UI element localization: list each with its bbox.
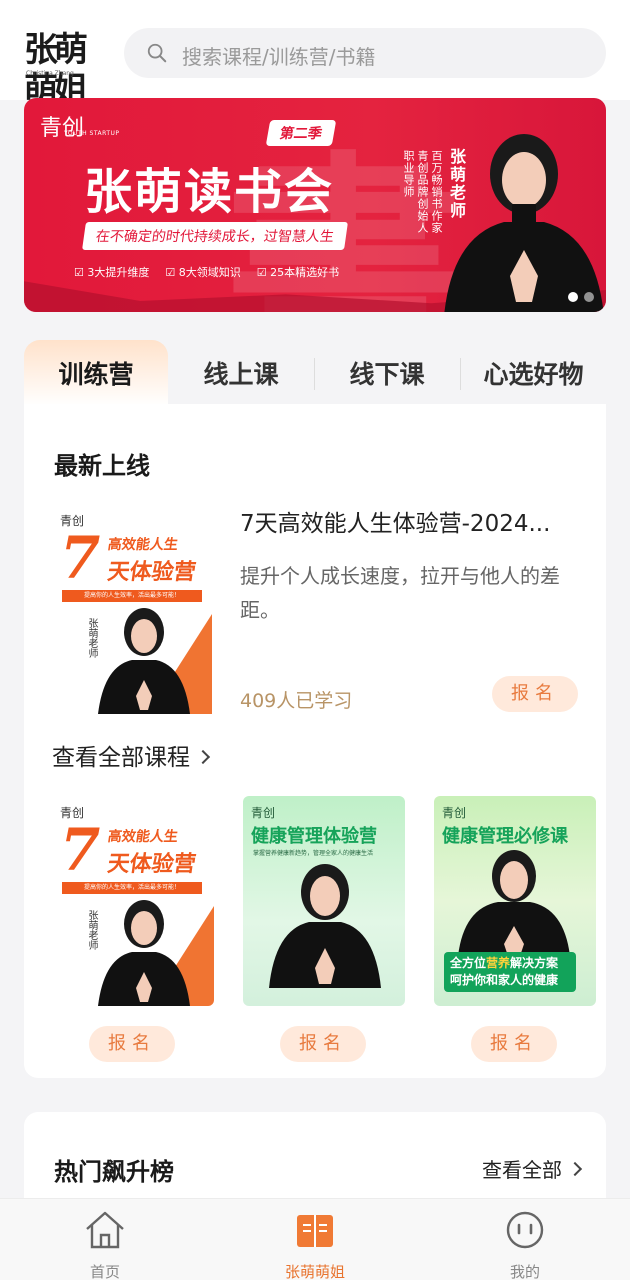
category-tabs: 训练营 线上课 线下课 心选好物 (24, 340, 606, 406)
chevron-right-icon (567, 1161, 583, 1177)
poster-line1: 高效能人生 (106, 537, 179, 553)
banner-season-tag: 第二季 (265, 120, 337, 146)
banner-feature: 25本精选好书 (257, 264, 339, 280)
book-icon (297, 1215, 333, 1247)
teacher-portrait (269, 864, 381, 988)
bottom-navigation: 首页 张萌萌姐 我的 (0, 1198, 630, 1280)
band-text: 全方位 (450, 956, 487, 970)
tab-online-course[interactable]: 线上课 (168, 340, 314, 406)
teacher-portrait (98, 608, 190, 714)
app-header: 张萌萌姐 Christina Zhang 搜索课程/训练营/书籍 (0, 0, 630, 110)
banner-feature: 8大领域知识 (165, 264, 241, 280)
view-all-courses-link[interactable]: 查看全部课程 (52, 738, 211, 772)
poster-number: 7 (60, 524, 101, 592)
poster-footer (249, 990, 399, 1000)
poster-strip: 提高你的人生效率，活出最多可能！ (62, 882, 202, 894)
poster-title: 健康管理必修课 (442, 826, 568, 847)
logo-subtext: Christina Zhang (26, 70, 74, 77)
poster-brand: 青创 (442, 806, 467, 820)
promo-banner[interactable]: 書 青创 YOUTH STARTUP 第二季 张萌读书会 在不确定的时代持续成长… (24, 98, 606, 312)
nav-profile-label: 我的 (509, 1263, 540, 1280)
tab-training-camp[interactable]: 训练营 (24, 340, 168, 406)
view-all-hot-link[interactable]: 查看全部 (482, 1154, 583, 1183)
teacher-portrait (458, 850, 570, 956)
poster-strip: 提高你的人生效率，活出最多可能！ (62, 590, 202, 602)
tab-offline-course[interactable]: 线下课 (315, 340, 459, 406)
signup-button[interactable]: 报名 (280, 1026, 366, 1062)
teacher-portrait (444, 134, 604, 312)
tab-selected-goods[interactable]: 心选好物 (461, 340, 606, 406)
band-highlight: 营养 (486, 956, 511, 970)
section-title-hot: 热门飙升榜 (54, 1158, 174, 1186)
course-card[interactable]: 青创 7 高效能人生 天体验营 提高你的人生效率，活出最多可能！ 张萌老师 报名 (52, 796, 214, 1064)
featured-course-thumbnail[interactable]: 青创 7 高效能人生 天体验营 提高你的人生效率，活出最多可能！ 张萌老师 (52, 504, 212, 714)
banner-pagination (568, 292, 594, 302)
poster-line2: 天体验营 (105, 560, 198, 585)
poster-title: 健康管理体验营 (251, 826, 377, 847)
poster-brand: 青创 (251, 806, 276, 820)
search-icon (147, 43, 167, 63)
view-all-hot-label: 查看全部 (482, 1158, 562, 1182)
poster-number: 7 (60, 816, 101, 884)
banner-brand-sub: YOUTH STARTUP (64, 130, 120, 137)
course-thumbnail[interactable]: 青创 健康管理体验营 掌握营养健康新趋势，管理全家人的健康生活 (243, 796, 405, 1006)
featured-course-description: 提升个人成长速度，拉开与他人的差距。 (240, 564, 560, 622)
view-all-courses-label: 查看全部课程 (52, 745, 190, 771)
learner-count: 409人已学习 (240, 690, 353, 712)
band-text: 解决方案 (510, 956, 559, 970)
course-carousel[interactable]: 青创 7 高效能人生 天体验营 提高你的人生效率，活出最多可能！ 张萌老师 报名… (52, 796, 606, 1068)
course-card[interactable]: 青创 健康管理体验营 掌握营养健康新趋势，管理全家人的健康生活 报名 (243, 796, 405, 1064)
banner-features: 3大提升维度 8大领域知识 25本精选好书 (74, 264, 339, 280)
signup-button[interactable]: 报名 (89, 1026, 175, 1062)
app-logo[interactable]: 张萌萌姐 Christina Zhang (24, 30, 112, 110)
teacher-portrait (98, 900, 190, 1006)
signup-button[interactable]: 报名 (492, 676, 578, 712)
nav-home-label: 首页 (89, 1263, 120, 1280)
banner-feature: 3大提升维度 (74, 264, 149, 280)
pagination-dot[interactable] (584, 292, 594, 302)
search-bar[interactable]: 搜索课程/训练营/书籍 (124, 28, 606, 78)
poster-line2: 天体验营 (105, 852, 198, 877)
banner-slogan: 在不确定的时代持续成长，过智慧人生 (82, 222, 348, 250)
chevron-right-icon (195, 749, 211, 765)
profile-icon (506, 1211, 544, 1249)
course-thumbnail[interactable]: 青创 7 高效能人生 天体验营 提高你的人生效率，活出最多可能！ 张萌老师 (52, 796, 214, 1006)
course-card[interactable]: 青创 健康管理必修课 全方位营养解决方案 呵护你和家人的健康 报名 (434, 796, 596, 1064)
training-camp-panel: 最新上线 青创 7 高效能人生 天体验营 提高你的人生效率，活出最多可能！ 张萌… (24, 404, 606, 1078)
nav-home[interactable]: 首页 (45, 1209, 165, 1280)
banner-brand: 青创 (40, 116, 85, 141)
home-icon (86, 1211, 124, 1249)
band-text: 呵护你和家人的健康 (450, 973, 559, 987)
banner-title: 张萌读书会 (84, 164, 335, 220)
nav-zhangmeng-label: 张萌萌姐 (284, 1263, 345, 1280)
signup-button[interactable]: 报名 (471, 1026, 557, 1062)
poster-band: 全方位营养解决方案 呵护你和家人的健康 (444, 952, 576, 992)
course-thumbnail[interactable]: 青创 健康管理必修课 全方位营养解决方案 呵护你和家人的健康 (434, 796, 596, 1006)
search-input[interactable]: 搜索课程/训练营/书籍 (182, 41, 375, 70)
section-title-latest: 最新上线 (54, 452, 150, 480)
nav-profile[interactable]: 我的 (465, 1209, 585, 1280)
poster-subtitle: 掌握营养健康新趋势，管理全家人的健康生活 (253, 850, 374, 857)
pagination-dot-active[interactable] (568, 292, 578, 302)
poster-line1: 高效能人生 (106, 829, 179, 845)
featured-course-title[interactable]: 7天高效能人生体验营-2024... (240, 504, 580, 538)
nav-zhangmeng[interactable]: 张萌萌姐 (255, 1209, 375, 1280)
